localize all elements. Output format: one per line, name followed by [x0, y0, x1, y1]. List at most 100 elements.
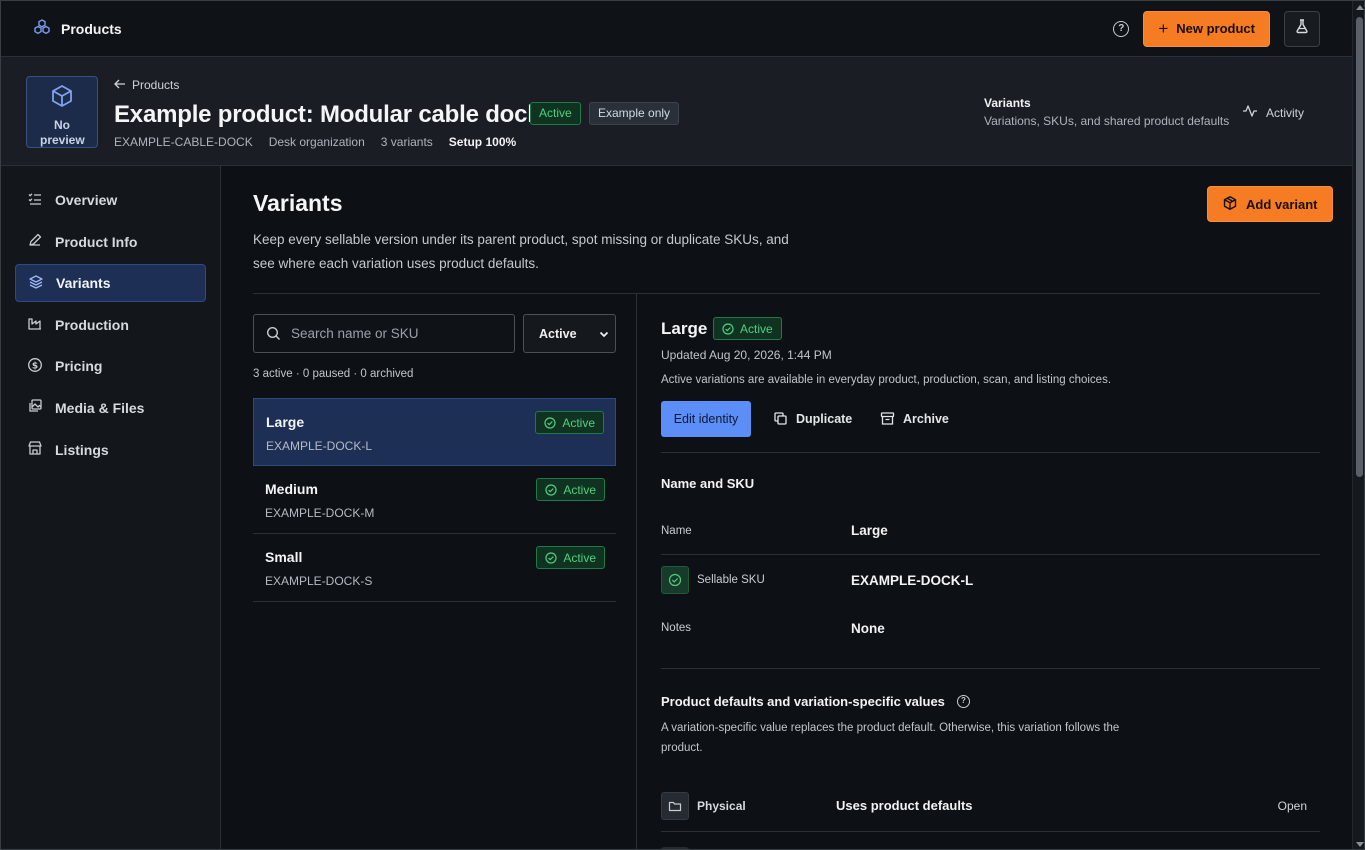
- product-header: No preview Products Example product: Mod…: [1, 57, 1352, 166]
- activity-label: Activity: [1266, 105, 1305, 120]
- scroll-thumb[interactable]: [1356, 17, 1363, 477]
- copy-icon: [773, 411, 788, 426]
- new-product-button[interactable]: + New product: [1143, 10, 1270, 47]
- product-meta: EXAMPLE-CABLE-DOCK Desk organization 3 v…: [114, 135, 516, 149]
- arrow-left-icon: [114, 78, 126, 92]
- sidebar-item-label: Product Info: [55, 233, 138, 250]
- product-category: Desk organization: [268, 135, 365, 149]
- field-label: Sellable SKU: [661, 566, 851, 594]
- plus-icon: +: [1158, 19, 1169, 38]
- context-subtitle: Variations, SKUs, and shared product def…: [984, 114, 1230, 128]
- archive-label: Archive: [903, 411, 949, 426]
- variant-row-medium[interactable]: Medium EXAMPLE-DOCK-M Active: [253, 466, 616, 534]
- defaults-row-value: Uses product defaults: [836, 798, 973, 813]
- example-badge: Example only: [589, 102, 680, 125]
- section-title: Name and SKU: [661, 476, 755, 491]
- search-icon: [266, 326, 281, 341]
- context-title: Variants: [984, 96, 1031, 110]
- scroll-up-arrow-icon[interactable]: [1356, 5, 1364, 10]
- status-badge: Active: [713, 317, 782, 340]
- status-filter-select[interactable]: Active: [523, 314, 616, 353]
- list-check-icon: [27, 191, 43, 210]
- variant-row-small[interactable]: Small EXAMPLE-DOCK-S Active: [253, 534, 616, 602]
- field-value: Large: [851, 523, 888, 538]
- help-icon[interactable]: ?: [956, 695, 970, 708]
- page-title: Variants: [253, 190, 343, 216]
- field-row-sku: Sellable SKU EXAMPLE-DOCK-L: [661, 556, 1320, 604]
- field-value: EXAMPLE-DOCK-L: [851, 572, 974, 588]
- defaults-section-title: Product defaults and variation-specific …: [661, 694, 970, 709]
- defaults-row-label: Physical: [661, 791, 836, 820]
- variant-sku: EXAMPLE-DOCK-M: [265, 506, 375, 520]
- back-label: Products: [132, 78, 180, 92]
- edit-identity-button[interactable]: Edit identity: [661, 401, 751, 437]
- defaults-description: A variation-specific value replaces the …: [661, 722, 1120, 754]
- product-preview: No preview: [26, 76, 98, 148]
- check-circle-icon: [661, 566, 689, 594]
- variant-count: 3 variants: [380, 135, 433, 149]
- top-bar: Products ? + New product: [1, 1, 1352, 57]
- sidebar: Overview Product Info Variants Productio…: [1, 166, 221, 849]
- images-icon: [27, 398, 43, 417]
- question-circle-icon[interactable]: ?: [1113, 20, 1130, 37]
- check-circle-icon: [545, 483, 557, 496]
- variant-row-large[interactable]: Large EXAMPLE-DOCK-L Active: [253, 398, 616, 466]
- check-circle-icon: [544, 416, 556, 429]
- sidebar-item-media-files[interactable]: Media & Files: [15, 389, 206, 427]
- field-label: Name: [661, 524, 692, 537]
- check-circle-icon: [545, 551, 557, 564]
- scroll-down-arrow-icon[interactable]: [1356, 842, 1364, 847]
- status-label: Active: [563, 482, 596, 497]
- pencil-icon: [27, 232, 43, 251]
- defaults-title-text: Product defaults and variation-specific …: [661, 694, 945, 709]
- field-label: Notes: [661, 622, 692, 634]
- activity-link[interactable]: Activity: [1242, 104, 1304, 121]
- status-filter-value: Active: [539, 326, 577, 341]
- variant-list: Large EXAMPLE-DOCK-L Active Medium EXAMP…: [253, 398, 616, 602]
- sidebar-item-label: Production: [55, 316, 129, 333]
- sidebar-item-pricing[interactable]: $ Pricing: [15, 347, 206, 385]
- preview-text: No preview: [40, 118, 85, 147]
- back-link[interactable]: Products: [114, 78, 179, 92]
- search-placeholder: Search name or SKU: [291, 326, 419, 341]
- field-value: None: [851, 620, 885, 636]
- variant-counts: 3 active · 0 paused · 0 archived: [253, 368, 414, 380]
- product-title: Example product: Modular cable dock: [114, 101, 541, 128]
- duplicate-label: Duplicate: [796, 411, 853, 426]
- open-link[interactable]: Open: [1278, 799, 1307, 813]
- sidebar-item-listings[interactable]: Listings: [15, 431, 206, 469]
- layers-icon: [28, 274, 44, 293]
- sidebar-item-variants[interactable]: Variants: [15, 264, 206, 303]
- status-label: Active: [740, 321, 773, 336]
- dollar-circle-icon: $: [27, 357, 43, 376]
- sidebar-item-production[interactable]: Production: [15, 306, 206, 344]
- status-badge: Active: [536, 478, 605, 501]
- sidebar-item-product-info[interactable]: Product Info: [15, 223, 206, 261]
- search-input[interactable]: Search name or SKU: [253, 314, 515, 353]
- status-badge: Active: [535, 411, 604, 434]
- variant-sku: EXAMPLE-DOCK-L: [266, 439, 373, 453]
- panel-divider: [636, 294, 637, 849]
- sidebar-item-overview[interactable]: Overview: [15, 181, 206, 219]
- status-badge: Active: [536, 546, 605, 569]
- cube-icon: [49, 83, 75, 114]
- defaults-row-physical[interactable]: Physical Uses product defaults Open: [661, 780, 1320, 832]
- variant-sku: EXAMPLE-DOCK-S: [265, 574, 373, 588]
- folder-icon: [661, 791, 689, 820]
- add-variant-button[interactable]: Add variant: [1207, 186, 1333, 222]
- activity-icon: [1242, 104, 1258, 121]
- add-variant-label: Add variant: [1246, 196, 1318, 212]
- factory-icon: [27, 315, 43, 334]
- brand[interactable]: Products: [33, 18, 122, 39]
- lab-button[interactable]: [1284, 10, 1320, 47]
- archive-button[interactable]: Archive: [880, 411, 949, 426]
- duplicate-button[interactable]: Duplicate: [773, 411, 852, 426]
- status-label: Active: [563, 550, 596, 565]
- flask-icon: [1294, 18, 1310, 39]
- sidebar-item-label: Listings: [55, 441, 109, 458]
- archive-icon: [880, 411, 895, 426]
- divider: [661, 452, 1320, 453]
- sidebar-item-label: Variants: [56, 275, 111, 292]
- store-icon: [27, 440, 43, 459]
- scrollbar[interactable]: [1352, 1, 1364, 849]
